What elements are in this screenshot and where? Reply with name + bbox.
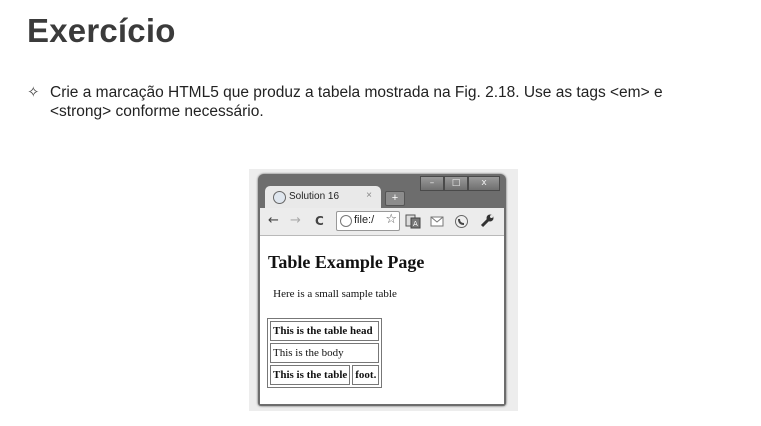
table-body-row: This is the body (270, 343, 380, 363)
svg-text:A: A (413, 220, 418, 228)
globe-icon (273, 191, 286, 204)
browser-window: – □ x Solution 16 × + ← → C file:/ ☆ A T… (258, 174, 506, 406)
reload-icon[interactable]: C (315, 214, 324, 228)
translate-icon[interactable]: A (405, 214, 421, 229)
table-caption: Here is a small sample table (273, 288, 397, 300)
slide-title: Exercício (27, 12, 176, 49)
bookmark-star-icon[interactable]: ☆ (385, 212, 397, 227)
minimize-button[interactable]: – (420, 176, 444, 191)
forward-icon[interactable]: → (290, 213, 301, 228)
new-tab-button[interactable]: + (385, 191, 405, 206)
exercise-bullet: ✧ Crie a marcação HTML5 que produz a tab… (27, 83, 727, 121)
table-foot-cell: foot. (352, 365, 380, 385)
bullet-star-icon: ✧ (27, 84, 40, 101)
window-controls: – □ x (420, 176, 500, 191)
tab-close-icon[interactable]: × (366, 190, 372, 201)
browser-tab[interactable]: Solution 16 × (265, 186, 381, 208)
table-foot-cell: This is the table (270, 365, 351, 385)
sample-table: This is the table head This is the body … (267, 318, 383, 388)
address-bar[interactable]: file:/ ☆ (336, 211, 400, 231)
wrench-icon[interactable] (479, 213, 495, 229)
table-foot-row: This is the table foot. (270, 365, 380, 385)
page-globe-icon (340, 215, 352, 227)
page-content: Table Example Page Here is a small sampl… (260, 236, 504, 404)
exercise-text: Crie a marcação HTML5 que produz a tabel… (50, 84, 663, 120)
close-button[interactable]: x (468, 176, 500, 191)
address-text: file:/ (354, 214, 375, 226)
back-icon[interactable]: ← (268, 213, 279, 228)
page-heading: Table Example Page (268, 252, 425, 272)
table-head-cell: This is the table head (270, 321, 380, 341)
table-head-row: This is the table head (270, 321, 380, 341)
tab-title: Solution 16 (289, 191, 340, 202)
phone-icon[interactable] (454, 214, 469, 229)
maximize-button[interactable]: □ (444, 176, 468, 191)
table-body-cell: This is the body (270, 343, 380, 363)
mail-icon[interactable] (430, 216, 444, 227)
browser-toolbar: ← → C file:/ ☆ A (260, 208, 504, 236)
browser-screenshot-figure: – □ x Solution 16 × + ← → C file:/ ☆ A T… (249, 169, 518, 411)
